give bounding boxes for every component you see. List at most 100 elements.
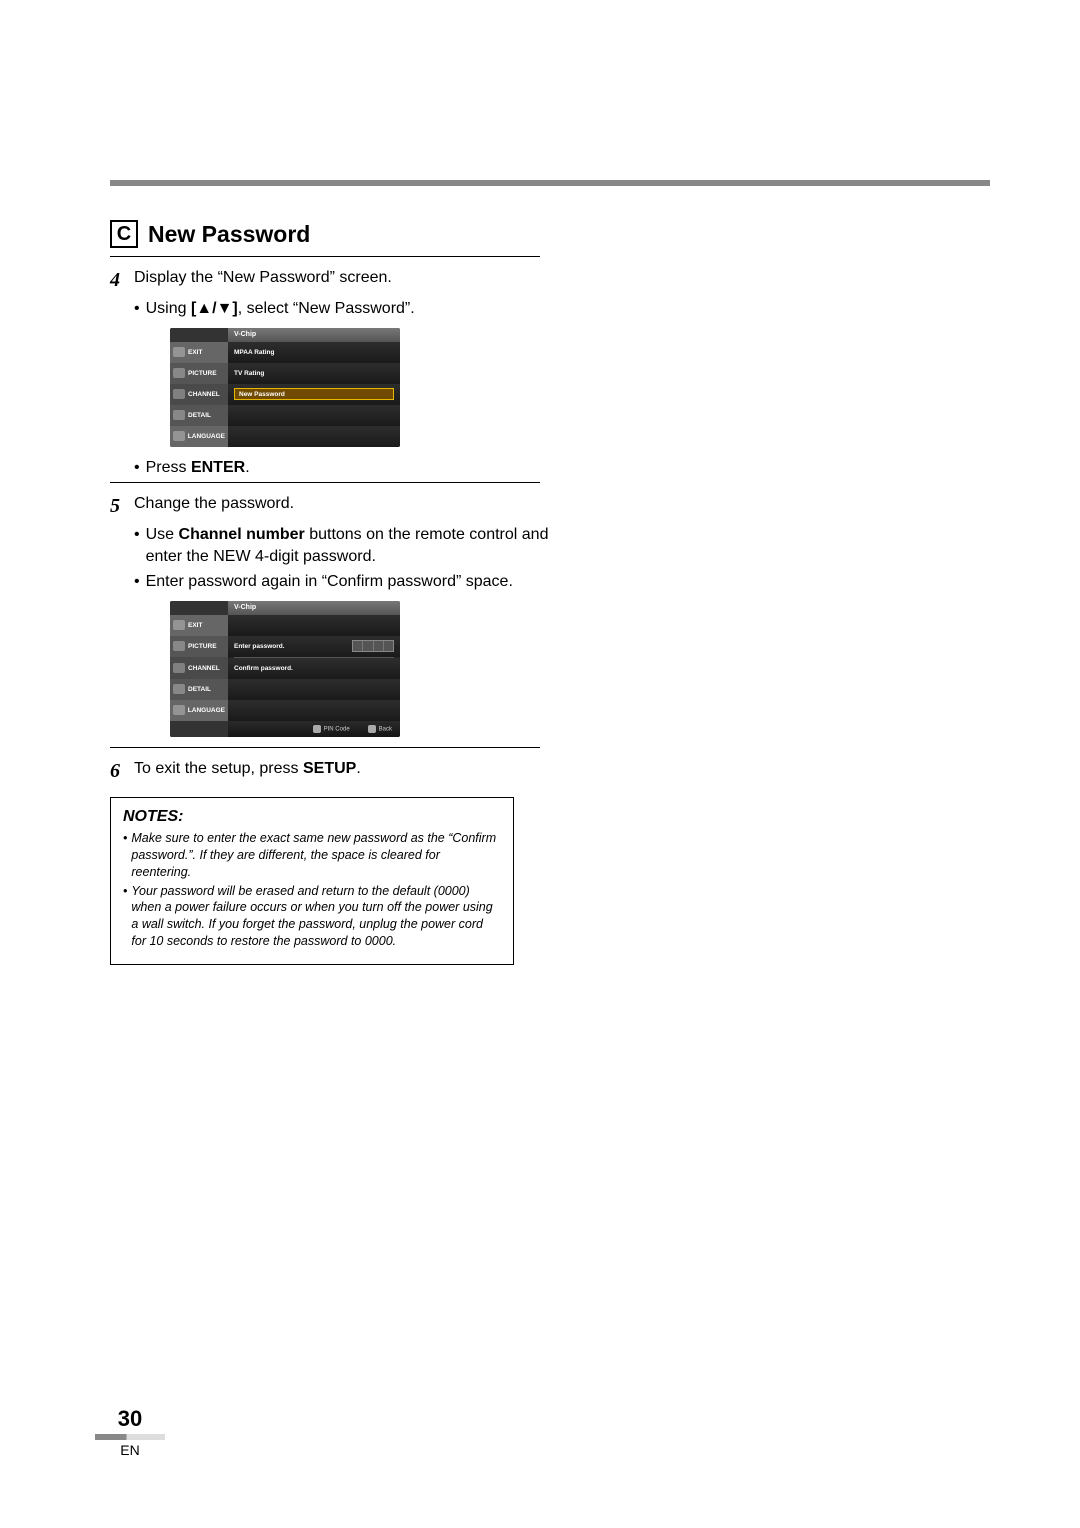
- rule: [110, 256, 540, 257]
- step-4-sub-2: • Press ENTER.: [134, 457, 560, 479]
- osd-menu-channel: CHANNEL: [170, 384, 228, 405]
- osd-menu-exit: EXIT: [170, 342, 228, 363]
- t: .: [245, 459, 249, 476]
- osd-enter-label: Enter password.: [234, 643, 285, 650]
- top-rule: [110, 180, 990, 186]
- osd-enter-password-row: Enter password.: [228, 636, 400, 657]
- osd-screenshot-2: V-Chip EXIT PICTURE Enter password. CHAN…: [170, 601, 400, 737]
- osd-menu-picture: PICTURE: [170, 636, 228, 657]
- section-letter-box: C: [110, 220, 138, 248]
- label: EXIT: [188, 622, 202, 629]
- channel-icon: [173, 663, 185, 673]
- osd-item-mpaa: MPAA Rating: [228, 342, 400, 363]
- osd-confirm-password-row: Confirm password.: [228, 658, 400, 679]
- manual-page: C New Password 4 Display the “New Passwo…: [0, 0, 1080, 1528]
- step-5-sub-2: • Enter password again in “Confirm passw…: [134, 571, 560, 593]
- label: PICTURE: [188, 643, 217, 650]
- section-heading: C New Password: [110, 220, 560, 248]
- page-language: EN: [100, 1442, 160, 1458]
- keypad-icon: [313, 725, 321, 733]
- step-number: 4: [110, 267, 126, 294]
- note-text: Your password will be erased and return …: [131, 883, 501, 951]
- osd-empty: [228, 426, 400, 447]
- t: .: [356, 760, 360, 777]
- t: Using: [146, 300, 191, 317]
- language-icon: [173, 705, 185, 715]
- picture-icon: [173, 641, 185, 651]
- notes-title: NOTES:: [123, 808, 501, 826]
- note-item: • Your password will be erased and retur…: [123, 883, 501, 951]
- label: LANGUAGE: [188, 707, 225, 714]
- osd-menu-language: LANGUAGE: [170, 700, 228, 721]
- osd-menu-detail: DETAIL: [170, 679, 228, 700]
- step-number: 5: [110, 493, 126, 520]
- osd-item-newpassword: New Password: [234, 388, 394, 400]
- exit-icon: [173, 347, 185, 357]
- key: ENTER: [191, 459, 245, 476]
- step-5-sub-1: • Use Channel number buttons on the remo…: [134, 524, 560, 567]
- osd-confirm-label: Confirm password.: [234, 665, 293, 672]
- footer-bar: [95, 1434, 165, 1440]
- t: Press: [146, 459, 191, 476]
- osd-empty: [228, 700, 400, 721]
- page-footer: 30 EN: [100, 1406, 160, 1458]
- osd-menu-exit: EXIT: [170, 615, 228, 636]
- label: DETAIL: [188, 686, 211, 693]
- content-column: C New Password 4 Display the “New Passwo…: [110, 220, 560, 965]
- section-title: New Password: [148, 221, 310, 248]
- label: EXIT: [188, 349, 202, 356]
- osd-title: V-Chip: [228, 328, 400, 342]
- label: CHANNEL: [188, 665, 220, 672]
- keys: [▲/▼]: [191, 300, 238, 317]
- note-text: Make sure to enter the exact same new pa…: [131, 830, 501, 881]
- notes-box: NOTES: • Make sure to enter the exact sa…: [110, 797, 514, 965]
- detail-icon: [173, 410, 185, 420]
- t: Use: [146, 526, 179, 543]
- detail-icon: [173, 684, 185, 694]
- osd-screenshot-1: V-Chip EXIT MPAA Rating PICTURE TV Ratin…: [170, 328, 400, 447]
- osd-item-tvrating: TV Rating: [228, 363, 400, 384]
- osd-left-header: [170, 601, 228, 615]
- label: DETAIL: [188, 412, 211, 419]
- bullet-icon: •: [123, 830, 127, 881]
- step-text: Display the “New Password” screen.: [134, 267, 560, 289]
- step-6: 6 To exit the setup, press SETUP.: [110, 758, 560, 785]
- step-number: 6: [110, 758, 126, 785]
- key: Channel number: [179, 526, 305, 543]
- step-text: Change the password.: [134, 493, 560, 515]
- channel-icon: [173, 389, 185, 399]
- sub-text: Enter password again in “Confirm passwor…: [146, 571, 560, 593]
- osd-title: V-Chip: [228, 601, 400, 615]
- label: LANGUAGE: [188, 433, 225, 440]
- osd-menu-channel: CHANNEL: [170, 658, 228, 679]
- sub-text: Use Channel number buttons on the remote…: [146, 524, 560, 567]
- bullet-icon: •: [134, 298, 140, 320]
- key: SETUP: [303, 760, 356, 777]
- osd-item-newpassword-row: New Password: [228, 384, 400, 405]
- bullet-icon: •: [134, 524, 140, 546]
- sub-text: Press ENTER.: [146, 457, 560, 479]
- osd-menu-picture: PICTURE: [170, 363, 228, 384]
- sub-text: Using [▲/▼], select “New Password”.: [146, 298, 560, 320]
- bullet-icon: •: [134, 457, 140, 479]
- osd-left-header: [170, 328, 228, 342]
- osd-footer: PIN Code Back: [228, 721, 400, 737]
- t: , select “New Password”.: [238, 300, 415, 317]
- bullet-icon: •: [134, 571, 140, 593]
- note-item: • Make sure to enter the exact same new …: [123, 830, 501, 881]
- back-icon: [368, 725, 376, 733]
- step-4: 4 Display the “New Password” screen.: [110, 267, 560, 294]
- label: PIN Code: [324, 727, 350, 733]
- language-icon: [173, 431, 185, 441]
- label: CHANNEL: [188, 391, 220, 398]
- step-5: 5 Change the password.: [110, 493, 560, 520]
- osd-spacer: [228, 615, 400, 636]
- t: To exit the setup, press: [134, 760, 303, 777]
- step-4-sub-1: • Using [▲/▼], select “New Password”.: [134, 298, 560, 320]
- osd-menu-detail: DETAIL: [170, 405, 228, 426]
- exit-icon: [173, 620, 185, 630]
- label: PICTURE: [188, 370, 217, 377]
- label: Back: [379, 727, 392, 733]
- osd-empty: [228, 679, 400, 700]
- osd-footer-pin: PIN Code: [313, 725, 350, 733]
